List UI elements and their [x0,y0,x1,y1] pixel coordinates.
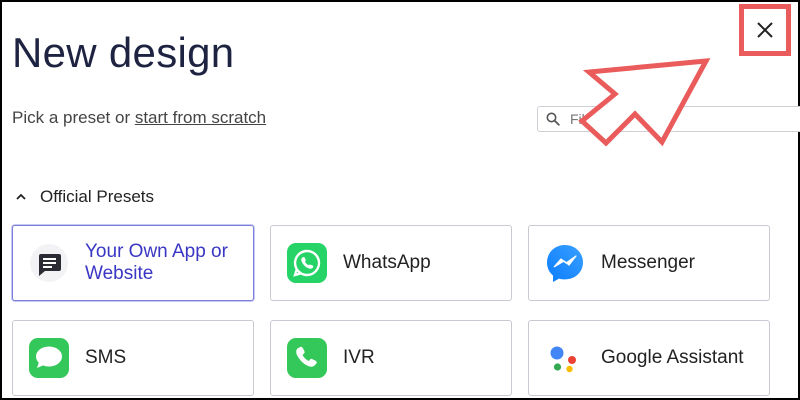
dialog-frame: New design Pick a preset or start from s… [0,0,800,400]
start-from-scratch-link[interactable]: start from scratch [135,108,266,127]
preset-label: WhatsApp [343,252,431,274]
filter-field[interactable] [537,106,800,132]
chevron-up-icon [14,193,28,201]
preset-card-messenger[interactable]: Messenger [528,225,770,301]
preset-card-sms[interactable]: SMS [12,320,254,396]
whatsapp-icon [287,243,327,283]
preset-card-ivr[interactable]: IVR [270,320,512,396]
messenger-icon [545,243,585,283]
preset-card-google-assistant[interactable]: Google Assistant [528,320,770,396]
page-title: New design [12,29,235,76]
filter-input[interactable] [568,110,772,128]
google-assistant-icon [545,338,585,378]
chat-bubble-icon [29,243,69,283]
close-icon [757,22,773,38]
preset-card-whatsapp[interactable]: WhatsApp [270,225,512,301]
phone-icon [287,338,327,378]
subtitle-text: Pick a preset or [12,108,135,127]
preset-label: SMS [85,347,127,369]
sms-icon [29,338,69,378]
close-button[interactable] [739,4,791,56]
preset-label: Your Own App or Website [85,241,228,284]
official-presets-toggle[interactable]: Official Presets [14,187,154,207]
subtitle: Pick a preset or start from scratch [12,108,266,128]
preset-label: Google Assistant [601,347,744,369]
preset-card-own-app[interactable]: Your Own App or Website [12,225,254,301]
section-label: Official Presets [40,187,155,206]
search-icon [546,112,560,126]
preset-label: Messenger [601,252,695,274]
preset-label: IVR [343,347,375,369]
